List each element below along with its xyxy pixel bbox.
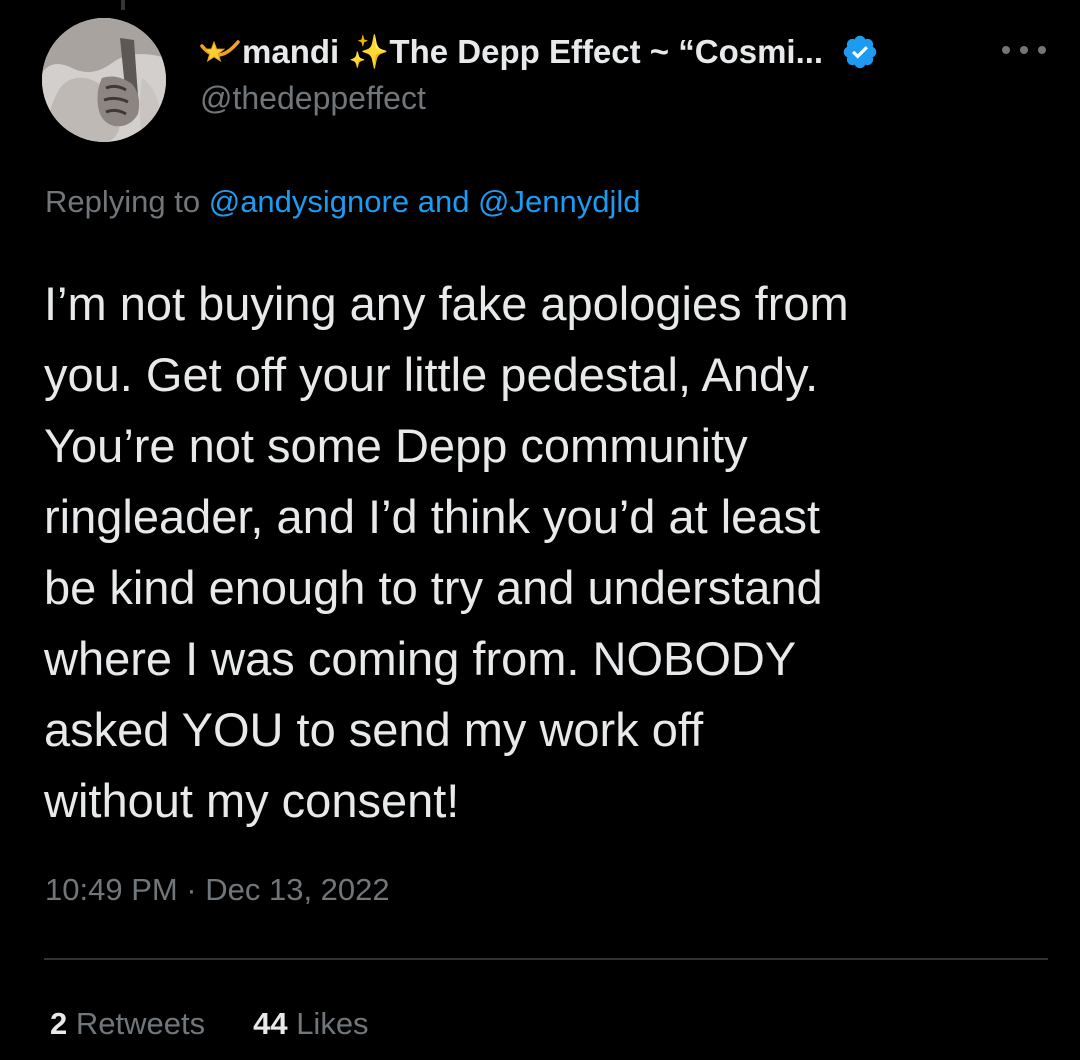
avatar[interactable] xyxy=(42,18,166,142)
more-dot xyxy=(1002,46,1010,54)
tweet-text-line: I’m not buying any fake apologies from xyxy=(44,277,849,330)
tweet-text-line: be kind enough to try and understand xyxy=(44,561,823,614)
author-handle[interactable]: @thedeppeffect xyxy=(200,80,426,117)
reply-user-link-jennydjld[interactable]: @Jennydjld xyxy=(478,184,640,219)
tweet-text-line: where I was coming from. NOBODY xyxy=(44,632,797,685)
thread-connector-line xyxy=(121,0,125,10)
tweet-text-line: You’re not some Depp community xyxy=(44,419,748,472)
author-name-row[interactable]: mandi ✨The Depp Effect ~ “Cosmi... xyxy=(200,28,879,76)
shooting-star-emoji xyxy=(200,32,240,72)
tweet-text-line: you. Get off your little pedestal, Andy. xyxy=(44,348,819,401)
retweets-count: 2 xyxy=(50,1006,68,1041)
likes-count: 44 xyxy=(253,1006,288,1041)
tweet-text-line: ringleader, and I’d think you’d at least xyxy=(44,490,821,543)
retweets-label: Retweets xyxy=(67,1006,206,1041)
replying-to-prefix: Replying to xyxy=(45,184,209,219)
more-dot xyxy=(1038,46,1046,54)
tweet-timestamp[interactable]: 10:49 PM · Dec 13, 2022 xyxy=(45,872,390,908)
replying-to: Replying to @andysignore and @Jennydjld xyxy=(45,184,641,220)
reply-user-link-andysignore[interactable]: @andysignore xyxy=(209,184,409,219)
tweet-stats: 2 Retweets 44 Likes xyxy=(50,1006,417,1042)
more-options-icon[interactable] xyxy=(1002,38,1046,62)
more-dot xyxy=(1020,46,1028,54)
likes-label: Likes xyxy=(287,1006,369,1041)
author-display-name[interactable]: mandi ✨The Depp Effect ~ “Cosmi... xyxy=(242,33,823,72)
tweet-text: I’m not buying any fake apologies from y… xyxy=(44,268,1044,836)
divider xyxy=(44,958,1048,960)
likes-stat[interactable]: 44 Likes xyxy=(253,1006,368,1042)
avatar-photo xyxy=(42,18,166,142)
tweet-text-line: asked YOU to send my work off xyxy=(44,703,704,756)
replying-to-conjunction: and xyxy=(409,184,479,219)
retweets-stat[interactable]: 2 Retweets xyxy=(50,1006,205,1042)
tweet-detail: mandi ✨The Depp Effect ~ “Cosmi... @thed… xyxy=(0,0,1080,1060)
verified-badge-icon xyxy=(841,33,879,71)
tweet-text-line: without my consent! xyxy=(44,774,460,827)
